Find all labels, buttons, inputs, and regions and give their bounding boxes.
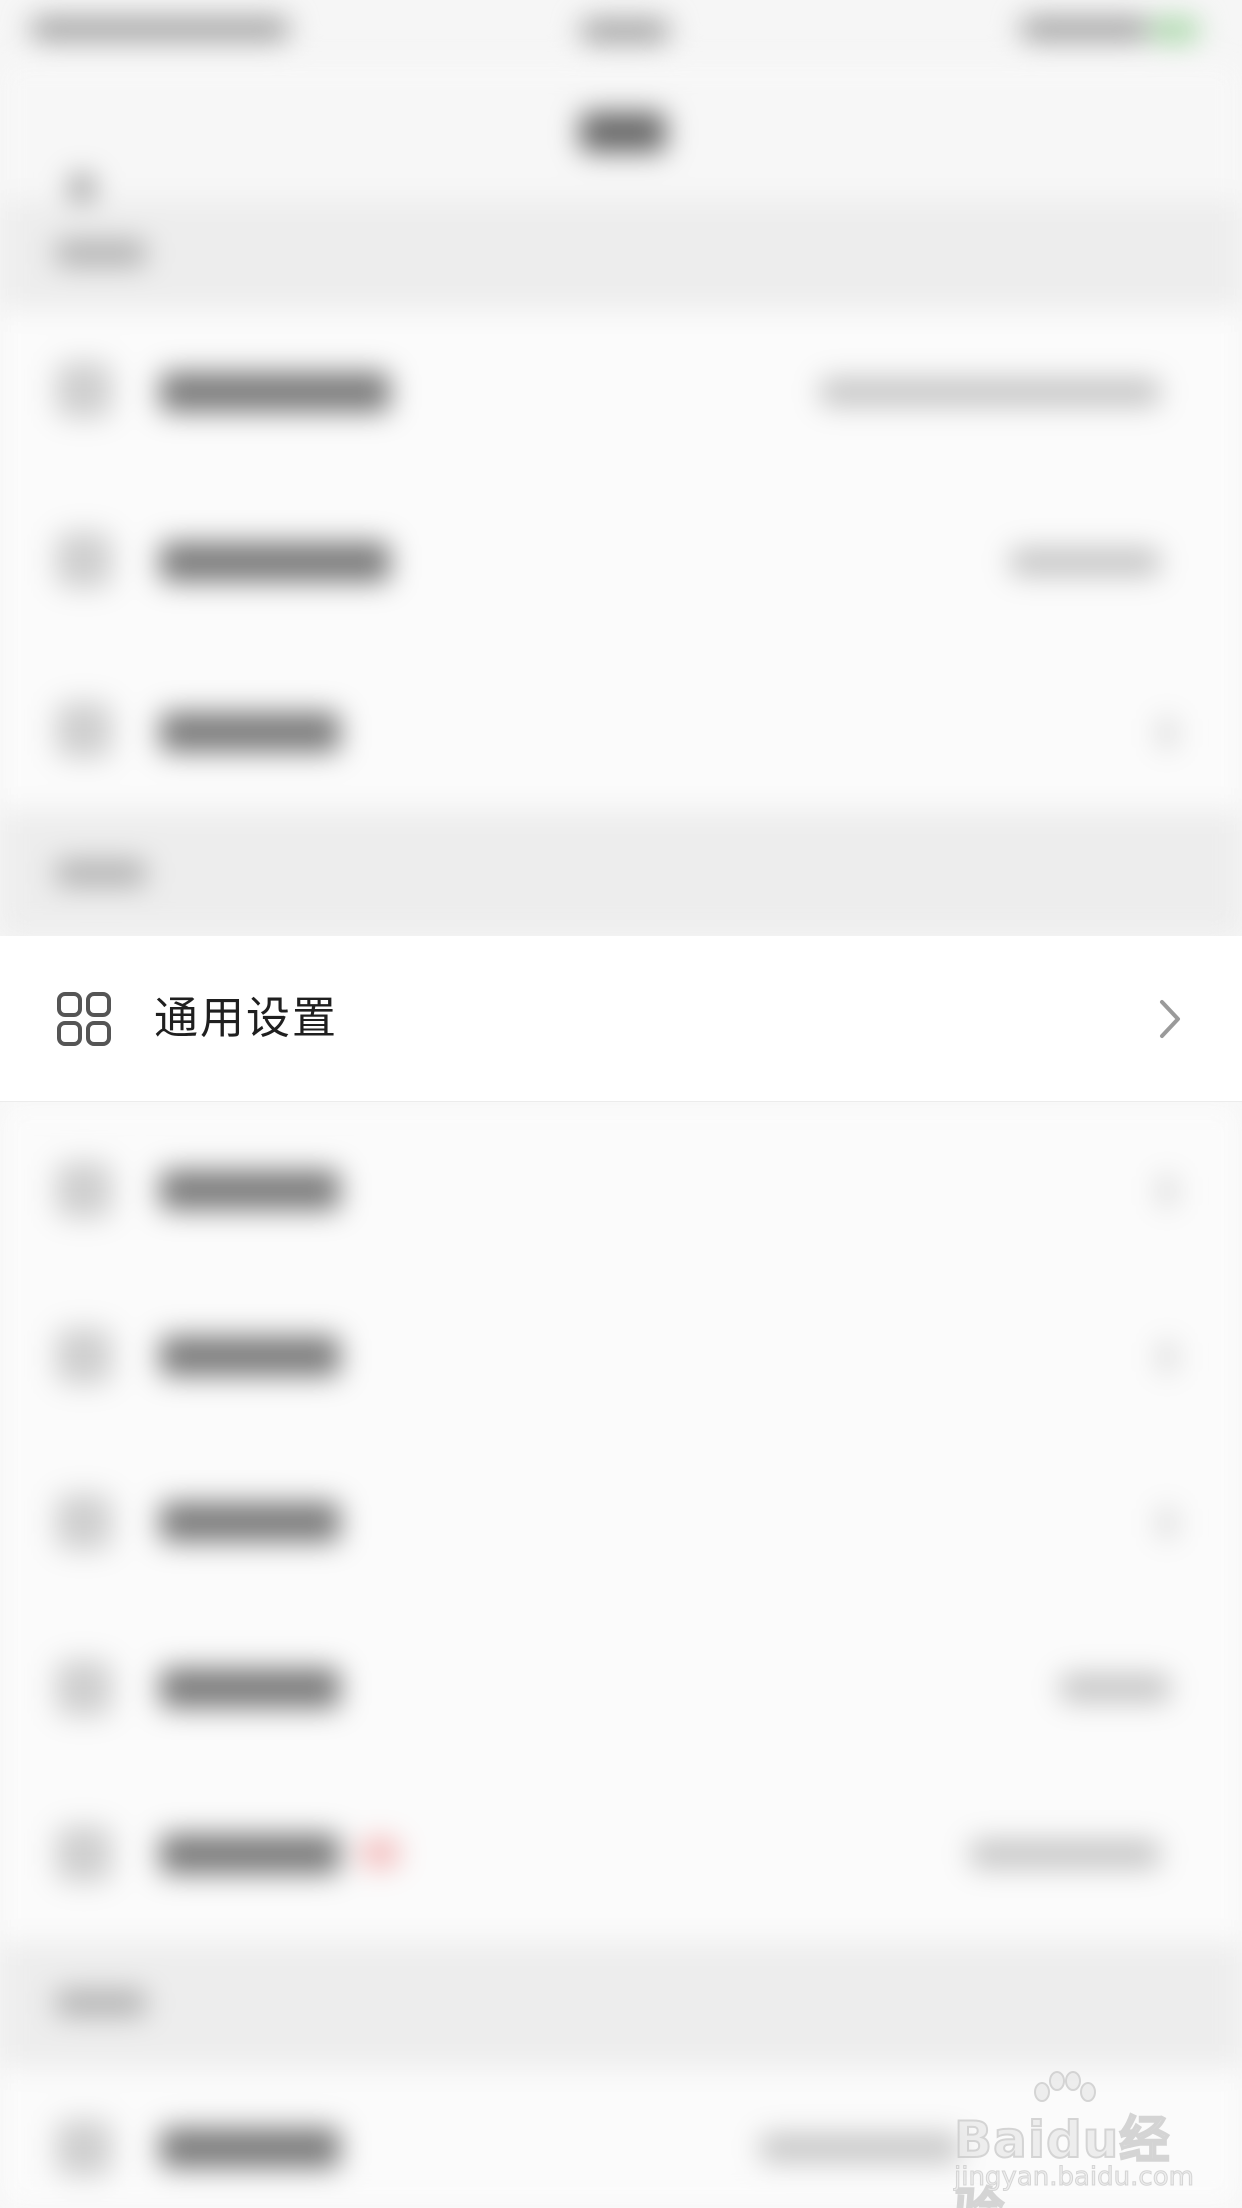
general-settings-label: 通用设置 [154, 993, 338, 1044]
baidu-jingyan-watermark: Baidu经验 jingyan.baidu.com [950, 2070, 1194, 2208]
watermark-url: jingyan.baidu.com [954, 2162, 1195, 2193]
navigation-bar [0, 60, 1242, 211]
grid-icon [57, 992, 111, 1046]
settings-screen: 通用设置 Baidu经验 jingyan.baidu.com [0, 0, 1242, 2208]
blurred-background [0, 0, 1242, 2208]
general-settings-row[interactable]: 通用设置 [0, 936, 1242, 1102]
chevron-right-icon [1160, 1000, 1180, 1038]
status-bar [0, 0, 1242, 60]
